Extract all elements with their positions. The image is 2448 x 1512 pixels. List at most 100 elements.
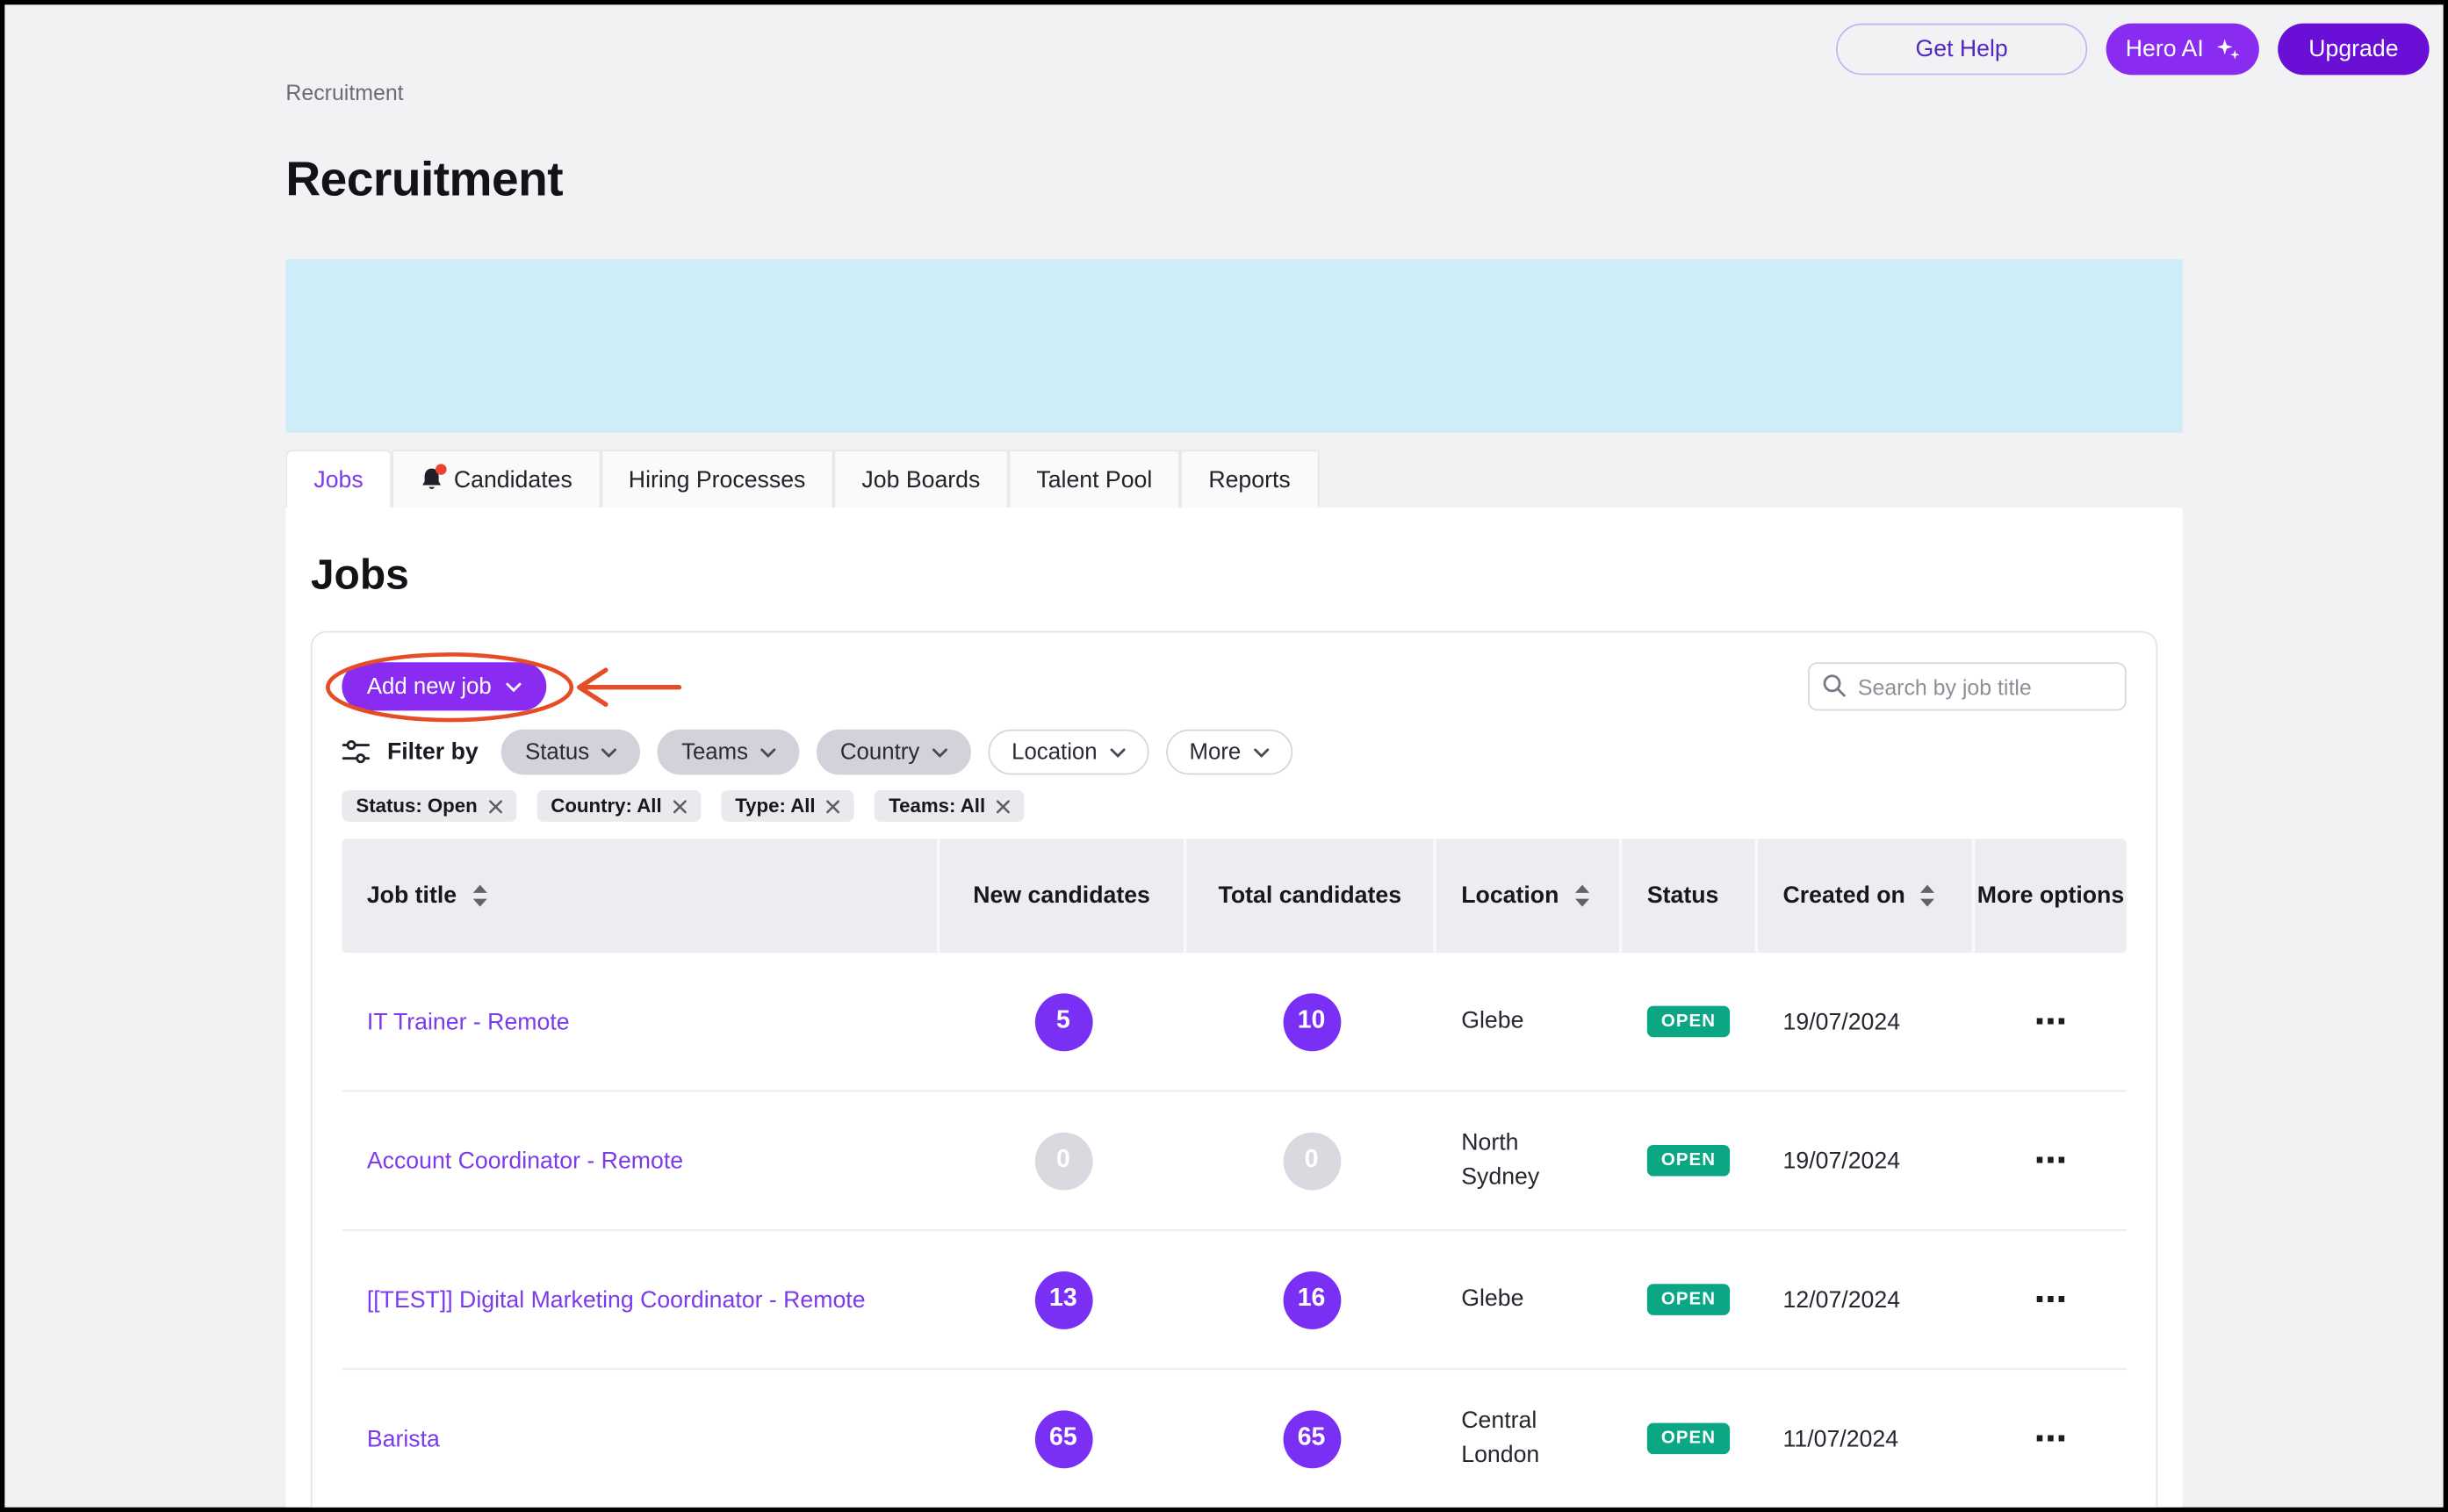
filter-teams-dropdown[interactable]: Teams: [658, 730, 799, 775]
more-options-button[interactable]: ⋯: [2034, 1005, 2067, 1038]
add-new-job-label: Add new job: [367, 674, 492, 699]
column-header-created-on[interactable]: Created on: [1758, 839, 1975, 953]
job-row: Account Coordinator - Remote 0 0 North Sydn…: [342, 1091, 2126, 1230]
filter-dropdown-label: Location: [1012, 739, 1097, 764]
tab-hiring-processes[interactable]: Hiring Processes: [601, 450, 834, 509]
column-header-label: More options: [1977, 879, 2124, 913]
filter-chip[interactable]: Status: Open: [342, 790, 516, 822]
sort-icon: [471, 884, 488, 908]
chevron-down-icon: [506, 682, 522, 692]
scaled-viewport: Get Help Hero AI Upgrade Recruitment Rec…: [0, 0, 2448, 1512]
column-header-status: Status: [1622, 839, 1758, 953]
tab-candidates[interactable]: Candidates: [392, 450, 601, 509]
sort-icon: [1573, 884, 1590, 908]
new-candidates-badge[interactable]: 13: [1034, 1271, 1092, 1328]
breadcrumb: Recruitment: [285, 80, 403, 104]
new-candidates-badge[interactable]: 65: [1034, 1409, 1092, 1467]
tab-label: Reports: [1208, 466, 1290, 493]
notification-dot: [436, 464, 446, 474]
new-candidates-badge[interactable]: 5: [1034, 993, 1092, 1051]
job-location: Glebe: [1461, 1004, 1523, 1039]
filter-location-dropdown[interactable]: Location: [988, 730, 1148, 775]
filter-chip-label: Status: Open: [356, 795, 477, 817]
page-title: Recruitment: [285, 152, 563, 208]
total-candidates-badge[interactable]: 0: [1283, 1132, 1341, 1190]
filter-chip[interactable]: Teams: All: [875, 790, 1024, 822]
table-header-row: Job title New candidates Total candidates L…: [342, 839, 2126, 953]
job-title-link[interactable]: IT Trainer - Remote: [367, 1005, 592, 1038]
more-options-button[interactable]: ⋯: [2034, 1283, 2067, 1315]
get-help-button[interactable]: Get Help: [1836, 24, 2087, 76]
filter-more-dropdown[interactable]: More: [1166, 730, 1292, 775]
tab-label: Talent Pool: [1036, 466, 1152, 493]
job-row: Barista6565Central LondonOPEN11/07/2024⋯: [342, 1370, 2126, 1508]
chevron-down-icon: [932, 747, 947, 757]
status-badge: OPEN: [1647, 1423, 1730, 1455]
filter-chip[interactable]: Type: All: [721, 790, 854, 822]
remove-chip-icon[interactable]: [488, 799, 502, 813]
jobs-card: Add new job: [311, 631, 2157, 1512]
search-icon: [1822, 673, 1847, 698]
filter-status-dropdown[interactable]: Status: [501, 730, 640, 775]
column-header-job-title[interactable]: Job title: [342, 839, 940, 953]
filter-dropdown-label: Country: [840, 739, 919, 764]
chevron-down-icon: [1110, 747, 1126, 757]
column-header-new-candidates: New candidates: [940, 839, 1186, 953]
remove-chip-icon[interactable]: [826, 799, 840, 813]
tab-talent-pool[interactable]: Talent Pool: [1008, 450, 1180, 509]
job-title-link[interactable]: [[TEST]] Digital Marketing Coordinator -…: [367, 1283, 888, 1315]
job-title-link[interactable]: Barista: [367, 1422, 462, 1455]
remove-chip-icon[interactable]: [997, 799, 1011, 813]
add-new-job-button[interactable]: Add new job: [342, 662, 546, 710]
hero-ai-label: Hero AI: [2126, 36, 2204, 62]
new-candidates-badge[interactable]: 0: [1034, 1132, 1092, 1190]
created-date: 12/07/2024: [1783, 1286, 1900, 1313]
filter-country-dropdown[interactable]: Country: [817, 730, 971, 775]
filter-chip-label: Teams: All: [889, 795, 985, 817]
job-location: Glebe: [1461, 1282, 1523, 1317]
status-badge: OPEN: [1647, 1006, 1730, 1038]
column-header-label: Total candidates: [1219, 879, 1401, 913]
filter-dropdown-label: More: [1190, 739, 1242, 764]
sparkles-icon: [2214, 38, 2239, 61]
remove-chip-icon[interactable]: [673, 799, 687, 813]
tab-job-boards[interactable]: Job Boards: [833, 450, 1008, 509]
applied-filter-chips: Status: Open Country: All Type: All Teams: …: [342, 790, 2126, 822]
column-header-more-options: More options: [1975, 839, 2126, 953]
upgrade-button[interactable]: Upgrade: [2278, 24, 2429, 76]
hero-ai-button[interactable]: Hero AI: [2106, 24, 2259, 76]
sort-icon: [1919, 884, 1937, 908]
tab-reports[interactable]: Reports: [1180, 450, 1318, 509]
chevron-down-icon: [760, 747, 776, 757]
status-badge: OPEN: [1647, 1145, 1730, 1177]
tab-jobs[interactable]: Jobs: [285, 450, 391, 509]
job-location: North Sydney: [1461, 1126, 1573, 1196]
chevron-down-icon: [1254, 747, 1270, 757]
tab-bar: JobsCandidates Hiring Processes Job Boards…: [285, 450, 1318, 509]
filter-chip[interactable]: Country: All: [536, 790, 701, 822]
column-header-location[interactable]: Location: [1436, 839, 1623, 953]
column-header-label: Job title: [367, 882, 457, 909]
job-search-input[interactable]: [1808, 662, 2127, 710]
tab-label: Hiring Processes: [629, 466, 806, 493]
total-candidates-badge[interactable]: 65: [1283, 1409, 1341, 1467]
total-candidates-badge[interactable]: 10: [1283, 993, 1341, 1051]
filter-by-label: Filter by: [387, 738, 479, 765]
status-badge: OPEN: [1647, 1284, 1730, 1315]
filter-dropdown-label: Status: [525, 739, 589, 764]
total-candidates-badge[interactable]: 16: [1283, 1271, 1341, 1328]
table-body: IT Trainer - Remote 5 10 Glebe OPEN 19/07/202…: [342, 953, 2126, 1508]
created-date: 11/07/2024: [1783, 1425, 1899, 1451]
jobs-heading: Jobs: [311, 551, 2183, 600]
more-options-button[interactable]: ⋯: [2034, 1422, 2067, 1455]
app-window: Get Help Hero AI Upgrade Recruitment Rec…: [0, 0, 2448, 1512]
column-header-total-candidates: Total candidates: [1186, 839, 1436, 953]
filter-row: Filter by Status Teams Country Location More: [342, 730, 2126, 775]
more-options-button[interactable]: ⋯: [2034, 1144, 2067, 1177]
job-row: [[TEST]] Digital Marketing Coordinator -…: [342, 1231, 2126, 1370]
filter-chip-label: Type: All: [735, 795, 815, 817]
upgrade-label: Upgrade: [2308, 36, 2398, 62]
notification-bell-icon: [420, 467, 443, 492]
created-date: 19/07/2024: [1783, 1008, 1900, 1034]
job-title-link[interactable]: Account Coordinator - Remote: [367, 1144, 705, 1177]
